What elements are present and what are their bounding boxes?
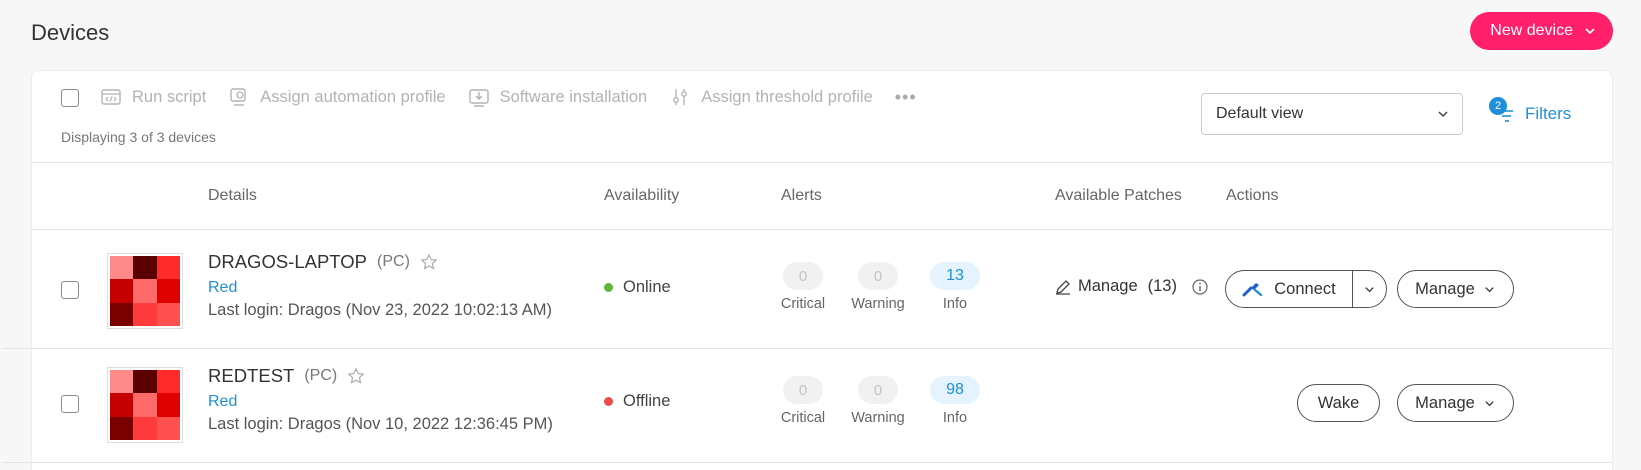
connect-split-button[interactable]: Connect <box>1225 270 1387 308</box>
thumbnail-pixel <box>156 416 180 440</box>
connect-button[interactable]: Connect <box>1226 271 1353 307</box>
status-dot <box>604 397 613 406</box>
thumbnail-pixel <box>133 416 157 440</box>
availability-status: Online <box>604 278 671 297</box>
device-type: (PC) <box>304 367 338 384</box>
manage-button[interactable]: Manage <box>1397 384 1514 422</box>
chevron-down-icon <box>1438 111 1448 118</box>
manage-button[interactable]: Manage <box>1397 270 1514 308</box>
star-icon[interactable] <box>347 367 365 385</box>
thumbnail-pixel <box>110 256 134 280</box>
device-count-text: Displaying 3 of 3 devices <box>61 129 216 145</box>
info-icon[interactable] <box>1191 278 1209 296</box>
assign-threshold-profile-action[interactable]: Assign threshold profile <box>669 86 873 108</box>
last-login: Last login: Dragos (Nov 10, 2022 12:36:4… <box>208 415 553 433</box>
star-icon[interactable] <box>420 253 438 271</box>
alert-info[interactable]: 98 Info <box>915 376 995 426</box>
thumbnail-pixel <box>156 279 180 303</box>
bulk-actions: Run script Assign automation profile Sof… <box>100 83 917 111</box>
alert-critical[interactable]: 0 Critical <box>763 262 843 312</box>
column-header-patches[interactable]: Available Patches <box>1055 187 1182 205</box>
filter-count-badge: 2 <box>1489 97 1507 115</box>
filters-button[interactable]: 2 Filters <box>1489 97 1572 131</box>
assign-automation-profile-action[interactable]: Assign automation profile <box>228 86 446 108</box>
chevron-down-icon <box>1485 286 1494 292</box>
table-row[interactable]: REDTEST (PC) Red Last login: Dragos (Nov… <box>2 345 1612 463</box>
select-all-checkbox[interactable] <box>61 89 79 107</box>
alert-warning[interactable]: 0 Warning <box>838 376 918 426</box>
alert-info[interactable]: 13 Info <box>915 262 995 312</box>
device-thumbnail <box>107 253 183 329</box>
alert-warning[interactable]: 0 Warning <box>838 262 918 312</box>
thumbnail-pixel <box>110 393 134 417</box>
software-installation-action[interactable]: Software installation <box>468 86 647 108</box>
new-device-label: New device <box>1490 22 1573 39</box>
column-header-availability[interactable]: Availability <box>604 187 679 205</box>
thumbnail-pixel <box>156 370 180 394</box>
thumbnail-pixel <box>133 370 157 394</box>
organization-link[interactable]: Red <box>208 393 237 411</box>
column-header-actions: Actions <box>1226 187 1279 204</box>
manage-patches[interactable]: Manage (13) <box>1054 277 1209 296</box>
availability-status: Offline <box>604 392 670 411</box>
edit-icon <box>1056 279 1070 295</box>
table-row[interactable]: DRAGOS-LAPTOP (PC) Red Last login: Drago… <box>2 231 1612 349</box>
thumbnail-pixel <box>110 370 134 394</box>
device-thumbnail <box>107 367 183 443</box>
alert-critical[interactable]: 0 Critical <box>763 376 843 426</box>
run-script-action[interactable]: Run script <box>100 86 206 108</box>
device-type: (PC) <box>377 253 410 270</box>
threshold-icon <box>673 89 688 105</box>
thumbnail-pixel <box>156 256 180 280</box>
device-name[interactable]: REDTEST (PC) <box>208 365 365 387</box>
thumbnail-pixel <box>133 393 157 417</box>
chevron-down-icon <box>1585 28 1595 35</box>
chevron-down-icon <box>1365 286 1374 292</box>
bulk-toolbar: Run script Assign automation profile Sof… <box>32 71 1612 163</box>
view-select[interactable]: Default view <box>1201 93 1463 135</box>
organization-link[interactable]: Red <box>208 279 237 297</box>
filters-label: Filters <box>1525 104 1572 123</box>
device-name[interactable]: DRAGOS-LAPTOP (PC) <box>208 251 438 273</box>
more-actions-icon[interactable]: ••• <box>895 87 917 108</box>
row-checkbox[interactable] <box>61 281 79 299</box>
devices-card: Run script Assign automation profile Sof… <box>2 70 1613 470</box>
thumbnail-pixel <box>156 302 180 326</box>
row-checkbox[interactable] <box>61 395 79 413</box>
page-title: Devices <box>31 20 110 45</box>
last-login: Last login: Dragos (Nov 23, 2022 10:02:1… <box>208 301 552 319</box>
chevron-down-icon <box>1485 400 1494 406</box>
thumbnail-pixel <box>133 302 157 326</box>
thumbnail-pixel <box>110 416 134 440</box>
new-device-button[interactable]: New device <box>1470 12 1613 50</box>
software-install-icon <box>468 89 489 107</box>
thumbnail-pixel <box>110 302 134 326</box>
wake-button[interactable]: Wake <box>1297 384 1380 422</box>
status-dot <box>604 283 613 292</box>
script-icon <box>101 89 121 105</box>
thumbnail-pixel <box>156 393 180 417</box>
automation-profile-icon <box>230 88 246 106</box>
thumbnail-pixel <box>133 279 157 303</box>
column-header-details[interactable]: Details <box>208 187 257 205</box>
thumbnail-pixel <box>110 279 134 303</box>
connect-icon <box>1242 283 1263 297</box>
column-header-alerts[interactable]: Alerts <box>781 187 822 205</box>
thumbnail-pixel <box>133 256 157 280</box>
filter-icon: 2 <box>1489 97 1517 127</box>
table-header: Details Availability Alerts Available Pa… <box>32 163 1612 230</box>
connect-options-button[interactable] <box>1353 271 1386 307</box>
